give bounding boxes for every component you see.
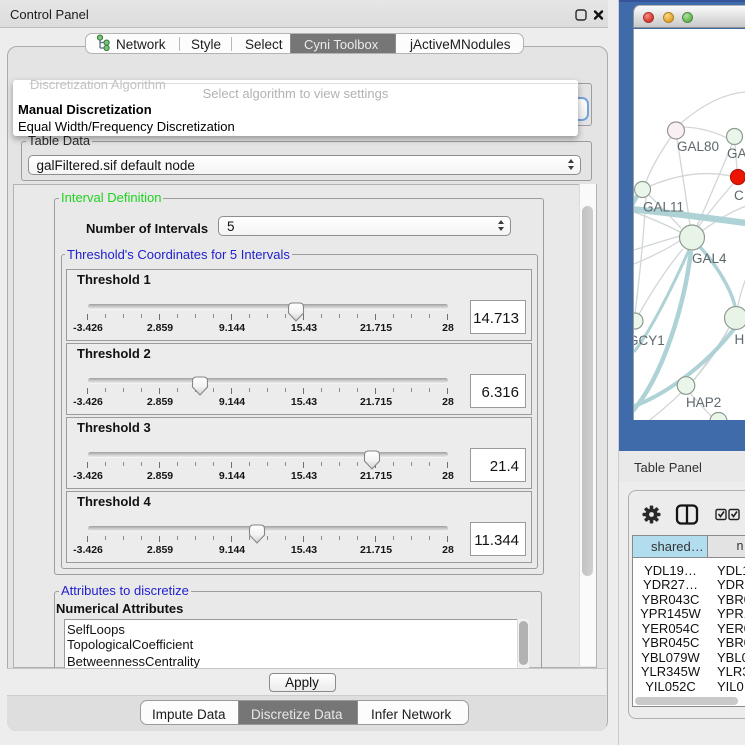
svg-text:GAL80: GAL80 xyxy=(677,139,719,154)
svg-text:GAL11: GAL11 xyxy=(643,200,684,215)
svg-text:GCY1: GCY1 xyxy=(634,333,665,348)
svg-text:GA: GA xyxy=(727,146,745,161)
svg-text:GAL4: GAL4 xyxy=(692,251,727,266)
svg-text:C: C xyxy=(734,188,744,203)
svg-text:HAP2: HAP2 xyxy=(686,395,721,410)
svg-text:H: H xyxy=(735,332,745,347)
